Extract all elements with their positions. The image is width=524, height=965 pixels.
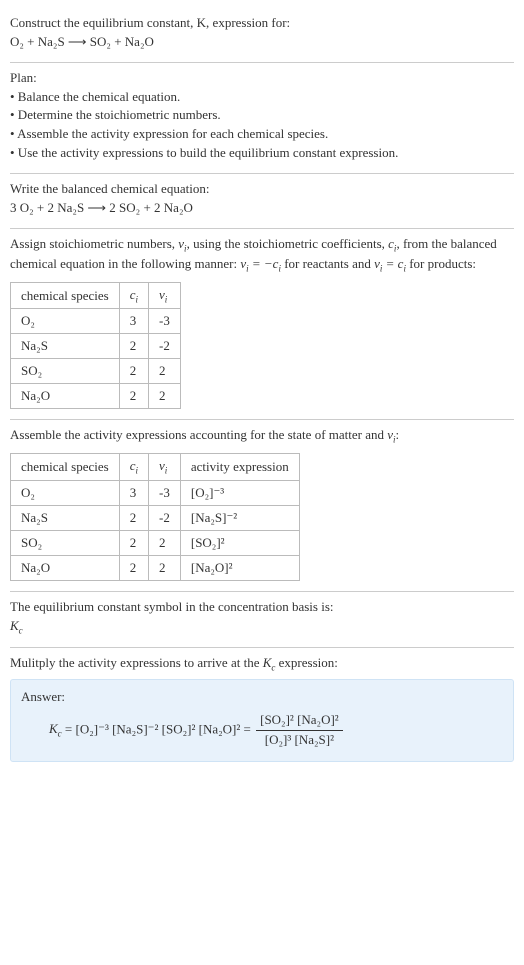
col-ci: ci xyxy=(119,282,148,309)
multiply-line: Mulitply the activity expressions to arr… xyxy=(10,654,514,675)
equals: = [O₂]⁻³ [Na₂S]⁻² [SO₂]² [Na₂O]² = xyxy=(65,721,254,736)
table-header-row: chemical species ci νi xyxy=(11,282,181,309)
cell-nui: -2 xyxy=(149,334,181,359)
plan-bullet: • Balance the chemical equation. xyxy=(10,88,514,107)
intro-line1: Construct the equilibrium constant, K, e… xyxy=(10,14,514,33)
nu-eq-neg-c: νi = −ci xyxy=(240,256,281,271)
kc-symbol-line: The equilibrium constant symbol in the c… xyxy=(10,598,514,617)
balanced-title: Write the balanced chemical equation: xyxy=(10,180,514,199)
intro-section: Construct the equilibrium constant, K, e… xyxy=(10,8,514,62)
cell-activity: [O₂]⁻³ xyxy=(180,480,299,505)
cell-ci: 2 xyxy=(119,384,148,409)
activity-table: chemical species ci νi activity expressi… xyxy=(10,453,300,581)
cell-nui: 2 xyxy=(149,530,181,555)
plan-bullet: • Assemble the activity expression for e… xyxy=(10,125,514,144)
kc-numerator: [SO₂]² [Na₂O]² xyxy=(256,711,343,730)
text: for products: xyxy=(406,256,476,271)
cell-activity: [Na₂S]⁻² xyxy=(180,505,299,530)
plan-bullet: • Use the activity expressions to build … xyxy=(10,144,514,163)
table-row: SO₂ 2 2 xyxy=(11,359,181,384)
text: Mulitply the activity expressions to arr… xyxy=(10,655,263,670)
cell-species: O₂ xyxy=(11,309,120,334)
stoichiometric-section: Assign stoichiometric numbers, νi, using… xyxy=(10,229,514,420)
cell-ci: 2 xyxy=(119,555,148,580)
cell-species: SO₂ xyxy=(11,359,120,384)
cell-nui: 2 xyxy=(149,555,181,580)
cell-species: Na₂O xyxy=(11,555,120,580)
nu-i: νi xyxy=(178,236,186,251)
cell-species: SO₂ xyxy=(11,530,120,555)
intro-text: Construct the equilibrium constant, K, e… xyxy=(10,15,290,30)
answer-section: Mulitply the activity expressions to arr… xyxy=(10,648,514,772)
stoichiometric-table: chemical species ci νi O₂ 3 -3 Na₂S 2 -2… xyxy=(10,282,181,410)
nu-eq-c: νi = ci xyxy=(374,256,406,271)
table-header-row: chemical species ci νi activity expressi… xyxy=(11,454,300,481)
kc-inline: Kc xyxy=(263,655,276,670)
table-row: Na₂S 2 -2 xyxy=(11,334,181,359)
kc-K: K xyxy=(10,618,19,633)
cell-nui: -3 xyxy=(149,480,181,505)
text: , using the stoichiometric coefficients, xyxy=(187,236,389,251)
col-activity: activity expression xyxy=(180,454,299,481)
kc-symbol: Kc xyxy=(10,617,514,638)
intro-equation: O₂ + Na₂S ⟶ SO₂ + Na₂O xyxy=(10,33,514,52)
cell-ci: 2 xyxy=(119,505,148,530)
stoich-text: Assign stoichiometric numbers, νi, using… xyxy=(10,235,514,276)
table-row: SO₂ 2 2 [SO₂]² xyxy=(11,530,300,555)
kc-sub: c xyxy=(19,625,23,635)
cell-species: O₂ xyxy=(11,480,120,505)
answer-label: Answer: xyxy=(21,688,503,707)
answer-expression: Kc = [O₂]⁻³ [Na₂S]⁻² [SO₂]² [Na₂O]² = [S… xyxy=(21,707,503,750)
plan-section: Plan: • Balance the chemical equation. •… xyxy=(10,63,514,173)
cell-nui: -2 xyxy=(149,505,181,530)
kc-symbol-section: The equilibrium constant symbol in the c… xyxy=(10,592,514,647)
col-species: chemical species xyxy=(11,282,120,309)
balanced-equation: 3 O₂ + 2 Na₂S ⟶ 2 SO₂ + 2 Na₂O xyxy=(10,199,514,218)
activity-intro: Assemble the activity expressions accoun… xyxy=(10,426,514,447)
answer-box: Answer: Kc = [O₂]⁻³ [Na₂S]⁻² [SO₂]² [Na₂… xyxy=(10,679,514,763)
kc-lhs: Kc xyxy=(49,721,62,736)
text: Assign stoichiometric numbers, xyxy=(10,236,178,251)
col-nui: νi xyxy=(149,454,181,481)
col-species: chemical species xyxy=(11,454,120,481)
cell-nui: 2 xyxy=(149,359,181,384)
cell-nui: -3 xyxy=(149,309,181,334)
kc-denominator: [O₂]³ [Na₂S]² xyxy=(256,730,343,750)
table-row: Na₂O 2 2 xyxy=(11,384,181,409)
table-row: Na₂S 2 -2 [Na₂S]⁻² xyxy=(11,505,300,530)
cell-species: Na₂O xyxy=(11,384,120,409)
table-row: Na₂O 2 2 [Na₂O]² xyxy=(11,555,300,580)
text: for reactants and xyxy=(281,256,374,271)
cell-activity: [SO₂]² xyxy=(180,530,299,555)
cell-activity: [Na₂O]² xyxy=(180,555,299,580)
table-row: O₂ 3 -3 xyxy=(11,309,181,334)
cell-nui: 2 xyxy=(149,384,181,409)
table-row: O₂ 3 -3 [O₂]⁻³ xyxy=(11,480,300,505)
plan-title: Plan: xyxy=(10,69,514,88)
balanced-section: Write the balanced chemical equation: 3 … xyxy=(10,174,514,228)
cell-ci: 2 xyxy=(119,359,148,384)
col-ci: ci xyxy=(119,454,148,481)
text: Assemble the activity expressions accoun… xyxy=(10,427,399,442)
col-nui: νi xyxy=(149,282,181,309)
cell-ci: 3 xyxy=(119,309,148,334)
cell-ci: 2 xyxy=(119,530,148,555)
kc-fraction: [SO₂]² [Na₂O]² [O₂]³ [Na₂S]² xyxy=(256,711,343,750)
plan-bullet: • Determine the stoichiometric numbers. xyxy=(10,106,514,125)
text: expression: xyxy=(275,655,337,670)
cell-ci: 2 xyxy=(119,334,148,359)
cell-ci: 3 xyxy=(119,480,148,505)
cell-species: Na₂S xyxy=(11,505,120,530)
cell-species: Na₂S xyxy=(11,334,120,359)
activity-section: Assemble the activity expressions accoun… xyxy=(10,420,514,590)
